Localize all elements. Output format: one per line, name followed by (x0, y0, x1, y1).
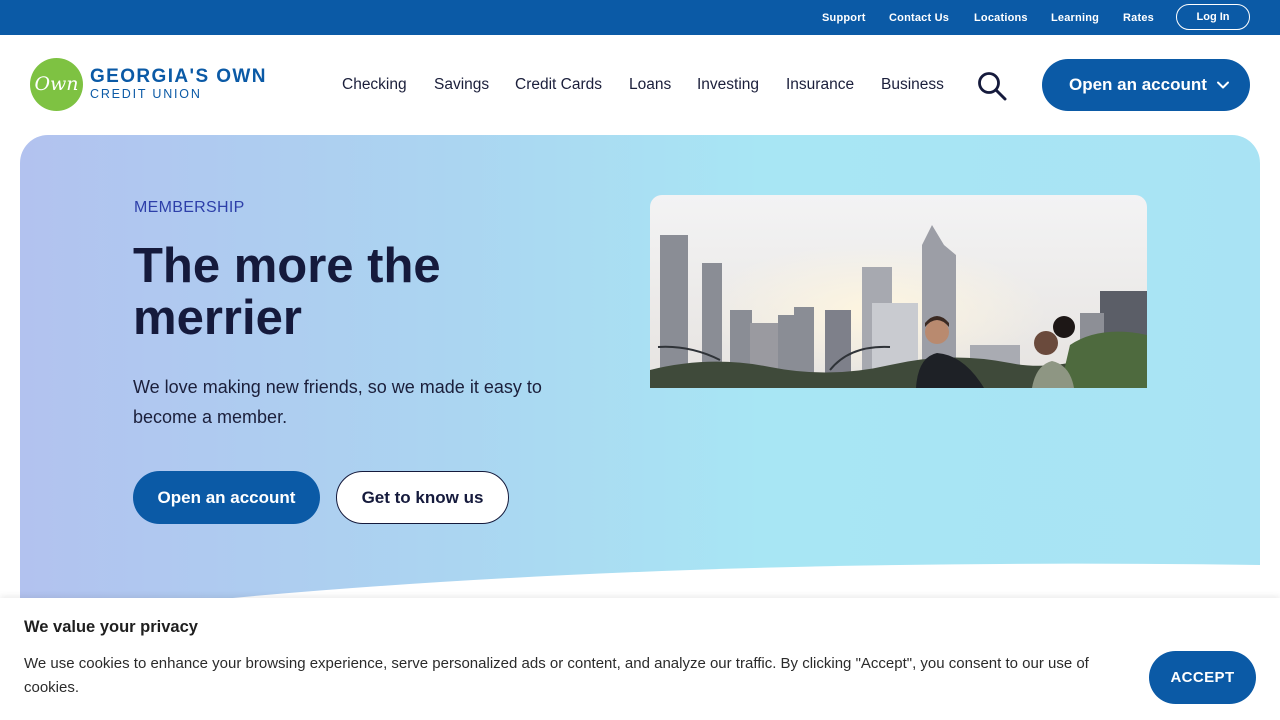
nav-item-loans[interactable]: Loans (629, 76, 671, 94)
nav-item-business[interactable]: Business (881, 76, 944, 94)
hero-description: We love making new friends, so we made i… (133, 377, 542, 427)
nav-item-insurance[interactable]: Insurance (786, 76, 854, 94)
utility-link-locations[interactable]: Locations (974, 12, 1028, 24)
hero-section: MEMBERSHIP The more the merrier We love … (20, 135, 1260, 615)
utility-link-support[interactable]: Support (822, 12, 866, 24)
logo-subtitle: CREDIT UNION (90, 87, 202, 101)
hero-skyline-photo (650, 195, 1147, 388)
utility-link-contact-us[interactable]: Contact Us (889, 12, 949, 24)
cookie-banner-text: We use cookies to enhance your browsing … (24, 655, 1089, 696)
hero-title: The more the merrier (133, 239, 441, 345)
nav-item-investing[interactable]: Investing (697, 76, 759, 94)
nav-item-checking[interactable]: Checking (342, 76, 407, 94)
open-account-nav-button[interactable]: Open an account (1042, 59, 1250, 111)
logo-mark: Own (30, 58, 83, 111)
nav-item-credit-cards[interactable]: Credit Cards (515, 76, 602, 94)
open-account-button[interactable]: Open an account (133, 471, 320, 524)
utility-link-learning[interactable]: Learning (1051, 12, 1099, 24)
accept-cookies-button[interactable]: ACCEPT (1149, 651, 1256, 704)
main-navigation: Own GEORGIA'S OWN CREDIT UNION Checking … (0, 35, 1280, 135)
search-icon (978, 72, 1007, 101)
login-button[interactable]: Log In (1176, 4, 1250, 30)
nav-item-savings[interactable]: Savings (434, 76, 489, 94)
utility-link-rates[interactable]: Rates (1123, 12, 1154, 24)
utility-bar: Support Contact Us Locations Learning Ra… (0, 0, 1280, 35)
logo-name: GEORGIA'S OWN (90, 66, 267, 87)
cookie-consent-banner: We value your privacy We use cookies to … (0, 598, 1280, 720)
hero-eyebrow: MEMBERSHIP (134, 199, 245, 216)
georgias-own-logo[interactable]: Own GEORGIA'S OWN CREDIT UNION (30, 58, 280, 112)
chevron-down-icon (1217, 81, 1229, 89)
get-to-know-us-button[interactable]: Get to know us (336, 471, 509, 524)
open-account-nav-label: Open an account (1069, 75, 1207, 94)
search-button[interactable] (976, 71, 1008, 101)
cookie-banner-title: We value your privacy (24, 618, 198, 636)
